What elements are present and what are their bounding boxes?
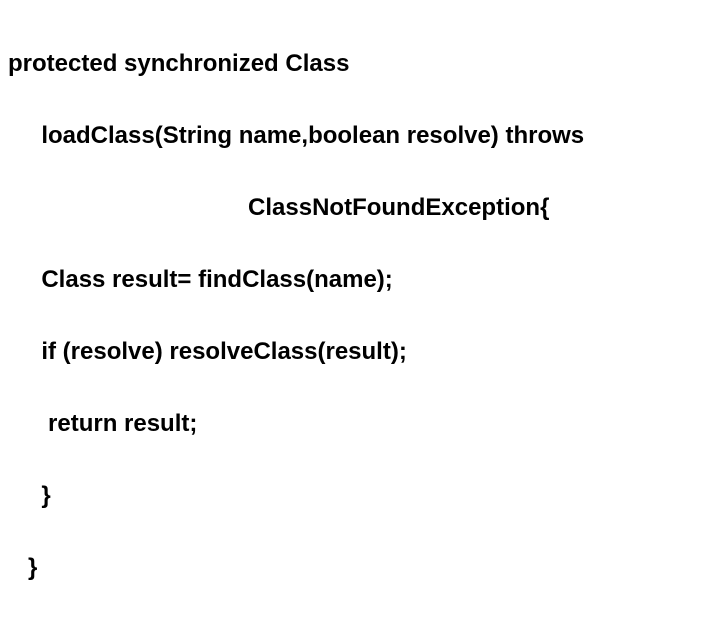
code-line: return result; [8,406,712,442]
code-line: if (resolve) resolveClass(result); [8,334,712,370]
code-line: } [8,550,712,586]
code-line: ClassNotFoundException{ [8,190,712,226]
code-line: protected synchronized Class [8,46,712,82]
code-line: Class result= findClass(name); [8,262,712,298]
code-line: } [8,478,712,514]
code-block: protected synchronized Class loadClass(S… [0,0,720,632]
code-line: loadClass(String name,boolean resolve) t… [8,118,712,154]
